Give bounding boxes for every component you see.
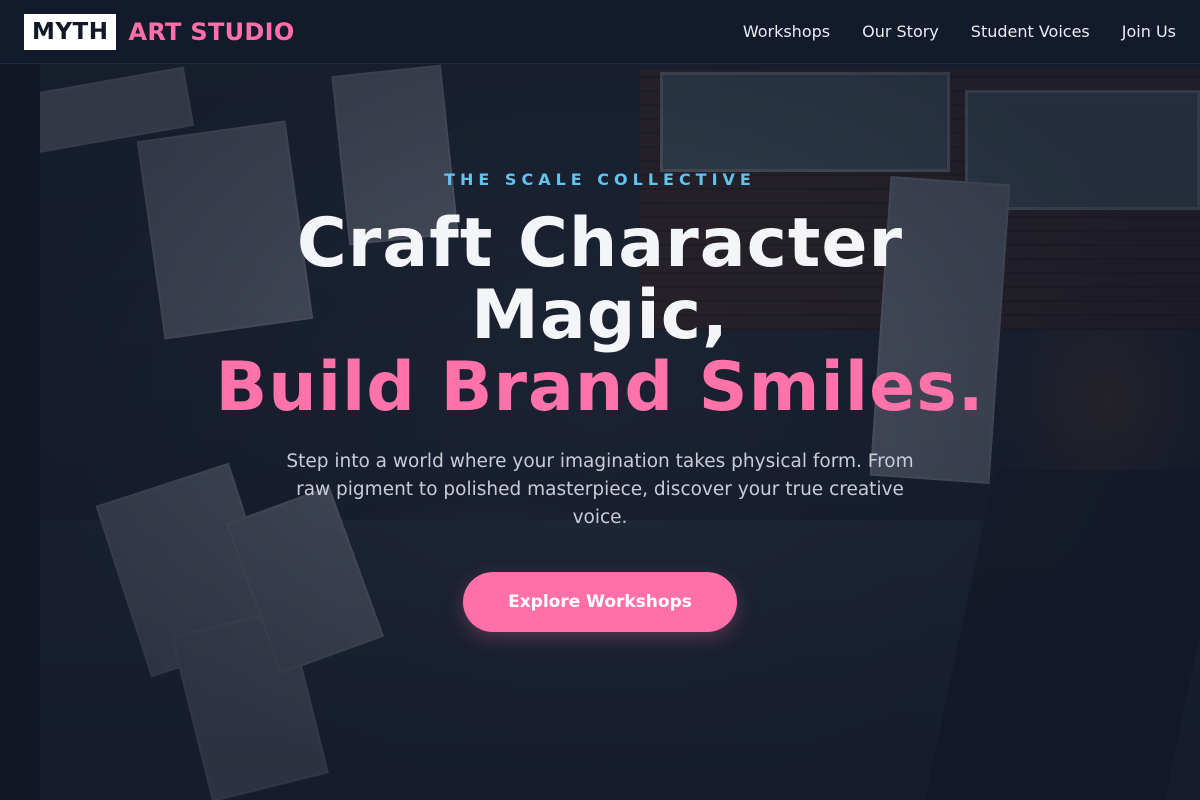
nav-link-workshops[interactable]: Workshops xyxy=(743,22,830,41)
hero-subtext: Step into a world where your imagination… xyxy=(286,451,914,528)
hero-section: THE SCALE COLLECTIVE Craft Character Mag… xyxy=(0,0,1200,800)
nav-link-student-voices[interactable]: Student Voices xyxy=(971,22,1090,41)
nav-links: Workshops Our Story Student Voices Join … xyxy=(743,22,1176,41)
headline-accent-line: Build Brand Smiles. xyxy=(215,348,985,427)
headline-line-2: Magic, xyxy=(471,276,729,355)
explore-workshops-button[interactable]: Explore Workshops xyxy=(463,572,737,632)
nav-link-join-us[interactable]: Join Us xyxy=(1122,22,1176,41)
brand-logo-box: MYTH xyxy=(24,13,117,50)
nav-link-our-story[interactable]: Our Story xyxy=(862,22,939,41)
hero-eyebrow: THE SCALE COLLECTIVE xyxy=(444,170,756,189)
brand-logo[interactable]: MYTH ART STUDIO xyxy=(24,13,295,50)
hero-headline: Craft Character Magic, Build Brand Smile… xyxy=(0,208,1200,424)
brand-name: ART STUDIO xyxy=(128,17,295,46)
headline-line-1: Craft Character xyxy=(296,204,904,283)
top-navbar: MYTH ART STUDIO Workshops Our Story Stud… xyxy=(0,0,1200,64)
